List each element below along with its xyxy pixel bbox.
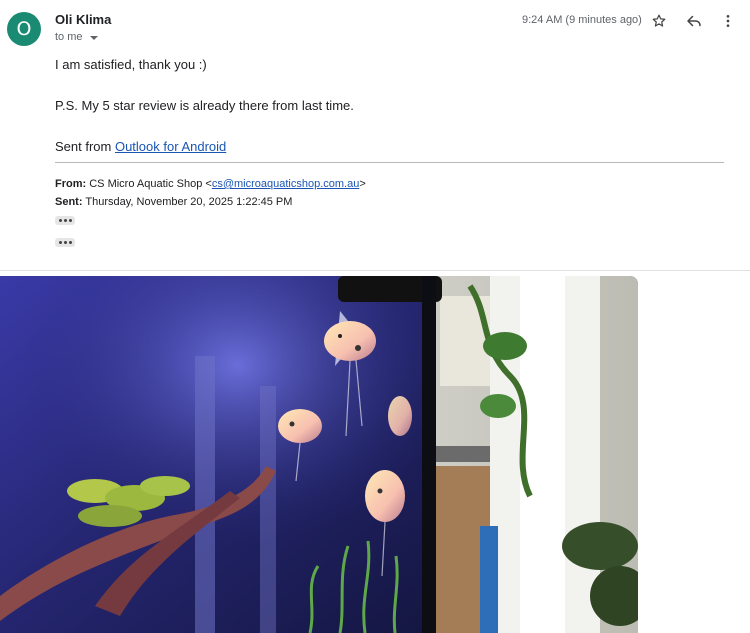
- more-vert-icon: [726, 15, 730, 27]
- ellipsis-dot: [68, 219, 72, 222]
- chevron-down-icon: [89, 35, 98, 40]
- message-line-2: P.S. My 5 star review is already there f…: [55, 98, 354, 113]
- aquatic-plant-leaf: [78, 505, 142, 527]
- aquatic-plant-leaf: [140, 476, 190, 496]
- sent-label: Sent:: [55, 196, 83, 208]
- signature-prefix: Sent from: [55, 139, 115, 154]
- angelfish: [388, 396, 412, 436]
- ellipsis-icon: [58, 241, 62, 244]
- aquarium-photo: [0, 276, 638, 633]
- sender-name[interactable]: Oli Klima: [55, 12, 111, 27]
- filter-tube: [195, 356, 215, 633]
- blue-item: [480, 526, 498, 633]
- star-icon: [652, 14, 666, 27]
- fish-spot: [338, 334, 342, 338]
- plant-leaf: [480, 394, 516, 418]
- avatar-letter: O: [16, 18, 32, 40]
- attachment-photo[interactable]: [0, 276, 638, 633]
- fish-spot: [377, 488, 383, 494]
- signature: Sent from Outlook for Android: [55, 139, 226, 154]
- filter-tube: [260, 386, 276, 633]
- from-name: CS Micro Aquatic Shop <: [89, 178, 212, 190]
- more-options-button[interactable]: [716, 9, 740, 33]
- message-line-1: I am satisfied, thank you :): [55, 57, 207, 72]
- show-trimmed-content-button[interactable]: [55, 216, 75, 225]
- plant-leaf: [562, 522, 638, 570]
- angelfish: [278, 409, 322, 443]
- star-button[interactable]: [647, 9, 671, 33]
- from-label: From:: [55, 178, 87, 190]
- tank-edge: [422, 276, 436, 633]
- recipient-toggle[interactable]: to me: [55, 31, 98, 43]
- white-door-frame: [520, 276, 565, 633]
- avatar[interactable]: O: [7, 12, 41, 46]
- ellipsis-dot: [68, 241, 72, 244]
- quoted-sent: Sent: Thursday, November 20, 2025 1:22:4…: [55, 196, 292, 208]
- ellipsis-icon: [58, 219, 62, 222]
- reply-icon: [687, 15, 701, 27]
- quoted-from: From: CS Micro Aquatic Shop <cs@microaqu…: [55, 178, 366, 190]
- reply-button[interactable]: [682, 9, 706, 33]
- show-trimmed-content-button-2[interactable]: [55, 238, 75, 247]
- plant-leaf: [483, 332, 527, 360]
- sent-value: Thursday, November 20, 2025 1:22:45 PM: [85, 196, 293, 208]
- timestamp: 9:24 AM (9 minutes ago): [522, 14, 642, 26]
- quote-divider: [55, 162, 724, 163]
- recipient-label: to me: [55, 31, 83, 43]
- from-suffix: >: [359, 178, 366, 190]
- angelfish: [365, 470, 405, 522]
- from-email-link[interactable]: cs@microaquaticshop.com.au: [212, 178, 360, 190]
- fish-spot: [355, 345, 361, 351]
- angelfish: [324, 321, 376, 361]
- fish-spot: [289, 421, 295, 427]
- ellipsis-dot: [63, 219, 67, 222]
- ellipsis-dot: [63, 241, 67, 244]
- section-divider: [0, 270, 750, 271]
- outlook-link[interactable]: Outlook for Android: [115, 139, 226, 154]
